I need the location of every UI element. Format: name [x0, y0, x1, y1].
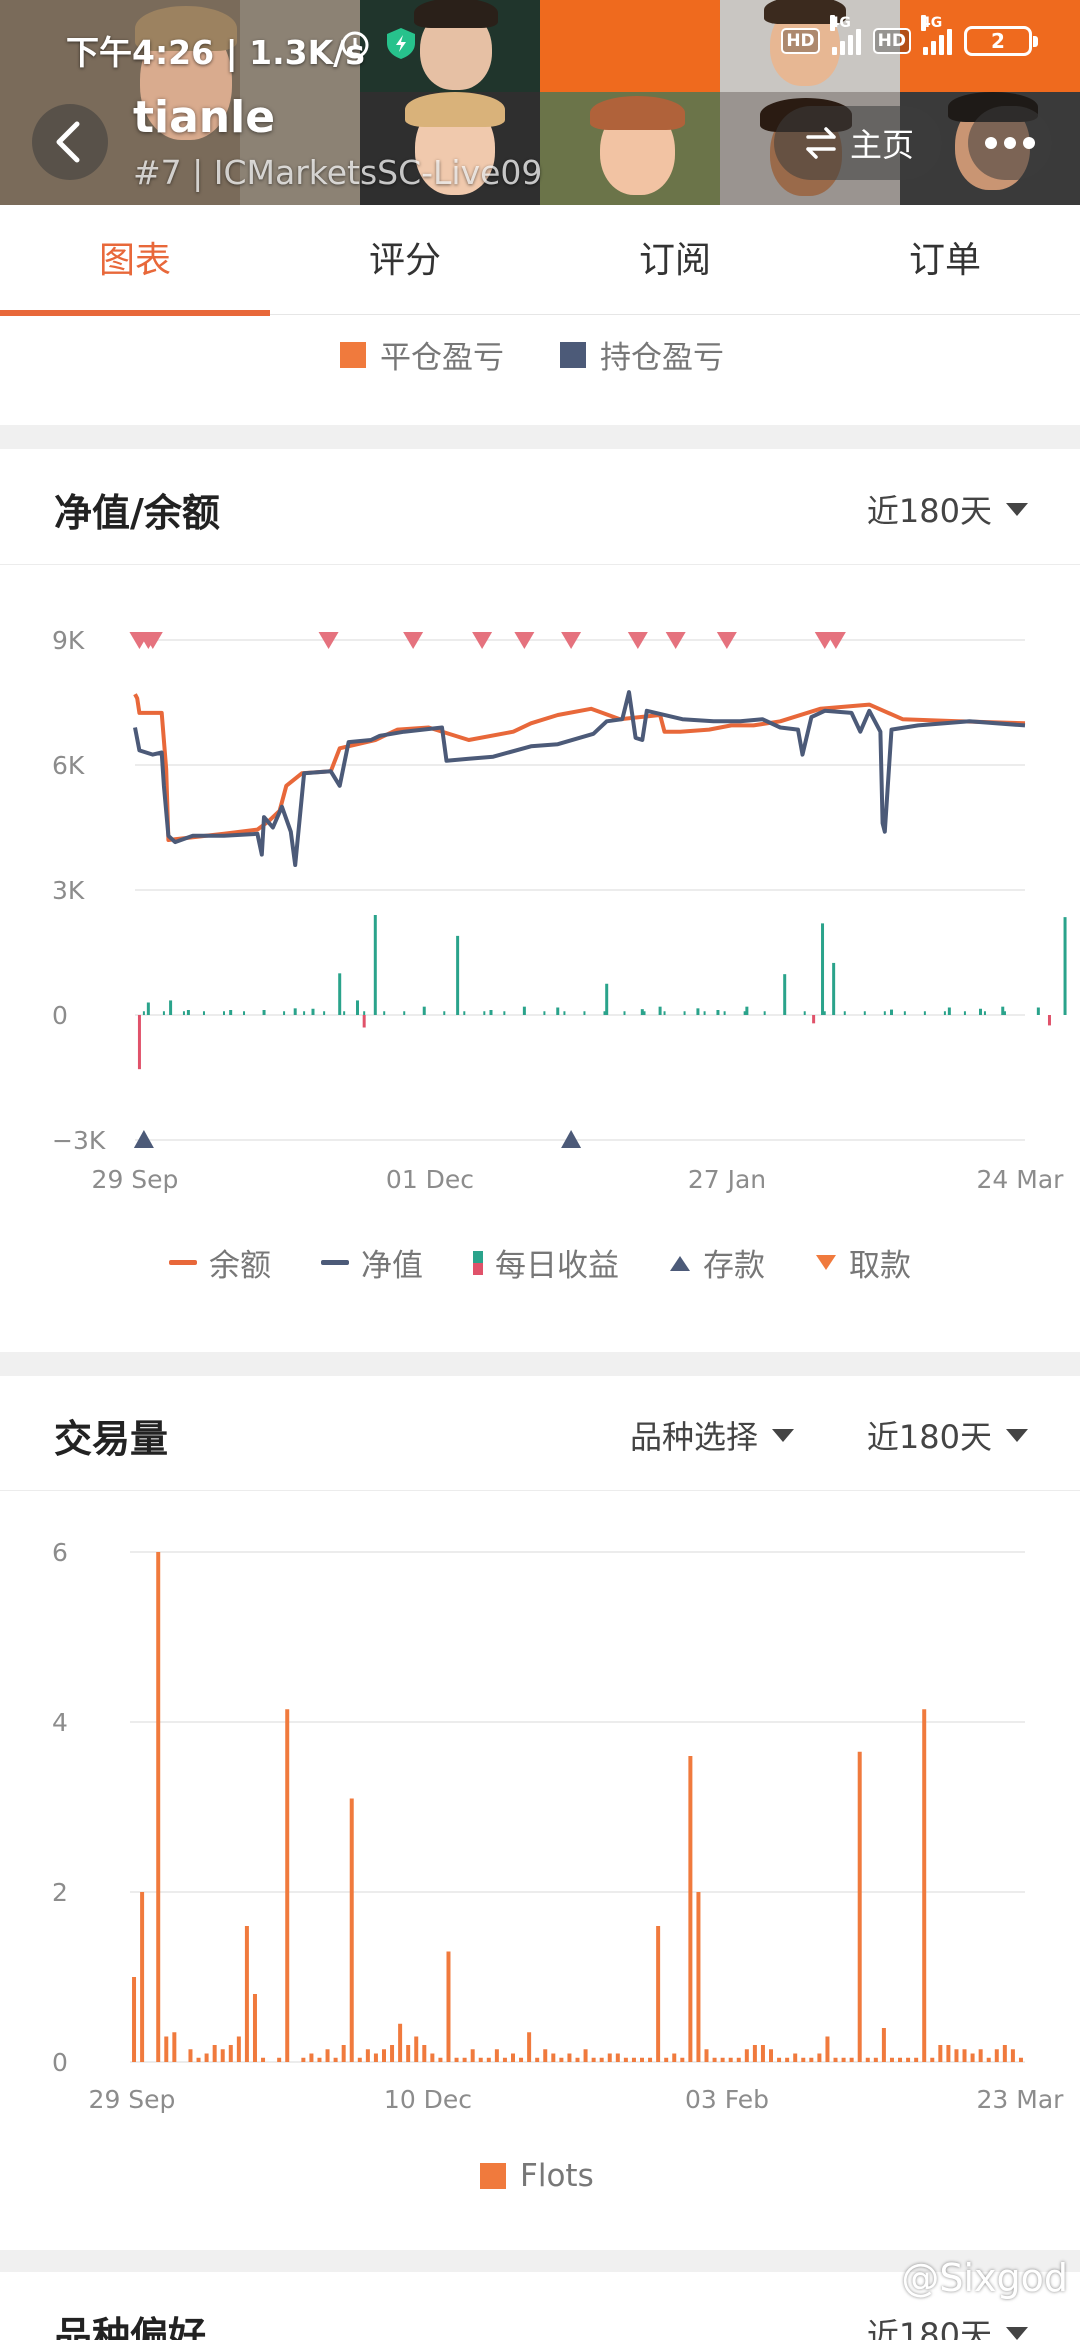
section-separator	[0, 425, 1080, 449]
equity-range-dropdown[interactable]: 近180天	[867, 486, 1028, 532]
preference-section-title: 品种偏好	[54, 2314, 207, 2340]
more-dot	[1004, 137, 1016, 149]
swap-icon	[806, 127, 836, 159]
hd-badge: HD	[781, 28, 820, 54]
profile-header: 下午4:26 | 1.3K/s HD 4G HD 4G 2 tianle #7 …	[0, 0, 1080, 205]
caret-down-icon	[1006, 2326, 1028, 2340]
x-tick-label: 03 Feb	[685, 2085, 769, 2114]
x-tick-label: 23 Mar	[977, 2085, 1065, 2114]
x-tick-label: 24 Mar	[977, 1165, 1065, 1194]
legend-equity-label: 净值	[361, 1248, 423, 1284]
symbol-filter-dropdown[interactable]: 品种选择	[630, 1412, 795, 1458]
y-tick-label: 6	[52, 1538, 68, 1567]
equity-chart: 9K 6K 3K 0 −3K 29 Sep 01 Dec 27 Jan 24 Mar	[52, 626, 1067, 1194]
y-tick-label: 2	[52, 1878, 68, 1907]
volume-range-dropdown[interactable]: 近180天	[867, 1412, 1028, 1458]
caret-down-icon	[1006, 1428, 1028, 1442]
legend-flots-label: Flots	[520, 2158, 594, 2194]
avatar-hair	[590, 96, 685, 130]
account-info: #7 | ICMarketsSC-Live09	[133, 153, 543, 192]
y-tick-label: 3K	[52, 876, 85, 905]
legend-swatch	[480, 2163, 506, 2189]
legend-withdraw: 取款	[815, 1240, 911, 1285]
avatar-hair	[405, 92, 505, 127]
home-button[interactable]: 主页	[774, 106, 942, 180]
symbol-filter-label: 品种选择	[630, 1418, 759, 1456]
more-button[interactable]	[968, 106, 1052, 180]
user-name: tianle	[133, 92, 276, 143]
legend-deposit: 存款	[669, 1240, 765, 1285]
equity-legend: 余额 净值 每日收益 存款 取款	[0, 1240, 1080, 1285]
status-time: 下午4:26 | 1.3K/s	[66, 33, 365, 72]
range-label: 近180天	[866, 492, 992, 530]
range-label: 近180天	[866, 2316, 992, 2340]
volume-chart: 6 4 2 0 29 Sep 10 Dec 03 Feb 23 Mar	[52, 1538, 1065, 2114]
volume-section-title: 交易量	[54, 1417, 169, 1461]
watermark: @Sixgod	[901, 2256, 1068, 2300]
x-tick-label: 01 Dec	[386, 1165, 474, 1194]
battery-icon: 2	[964, 26, 1038, 56]
more-dot	[985, 137, 997, 149]
home-button-label: 主页	[849, 126, 914, 164]
preference-range-dropdown[interactable]: 近180天	[867, 2310, 1028, 2340]
tab-subscription[interactable]: 订阅	[540, 205, 810, 314]
caret-down-icon	[772, 1428, 795, 1442]
legend-daily-swatch	[473, 1250, 483, 1275]
y-tick-label: 6K	[52, 751, 85, 780]
tab-orders[interactable]: 订单	[810, 205, 1080, 314]
y-tick-label: 0	[52, 2048, 68, 2077]
alarm-icon	[341, 31, 369, 59]
legend-open-pnl-label: 持仓盈亏	[600, 340, 724, 376]
signal-icon: 4G	[921, 15, 952, 55]
legend-equity-swatch	[321, 1260, 349, 1265]
legend-flots: Flots	[480, 2158, 594, 2194]
legend-equity: 净值	[321, 1240, 423, 1285]
legend-balance-label: 余额	[209, 1248, 271, 1284]
tab-chart[interactable]: 图表	[0, 205, 270, 316]
pnl-legend: 平仓盈亏 持仓盈亏	[340, 332, 724, 377]
section-separator	[0, 1352, 1080, 1376]
shield-icon	[387, 28, 415, 59]
legend-daily-label: 每日收益	[495, 1248, 619, 1284]
range-label: 近180天	[866, 1418, 992, 1456]
legend-swatch	[560, 341, 586, 368]
divider	[0, 1490, 1080, 1491]
balance-line	[133, 693, 1026, 842]
signal-icon: 4G	[829, 15, 861, 55]
hd-badge: HD	[872, 28, 911, 54]
y-tick-label: 9K	[52, 626, 85, 655]
y-tick-label: −3K	[52, 1126, 106, 1155]
caret-down-icon	[1006, 502, 1028, 516]
x-tick-label: 29 Sep	[89, 2085, 176, 2114]
legend-balance: 余额	[169, 1240, 271, 1285]
tab-bar: 图表 评分 订阅 订单	[0, 205, 1080, 316]
y-tick-label: 0	[52, 1001, 68, 1030]
legend-closed-pnl-label: 平仓盈亏	[380, 340, 504, 376]
legend-balance-swatch	[169, 1260, 197, 1265]
legend-deposit-label: 存款	[703, 1248, 765, 1284]
divider	[0, 564, 1080, 565]
legend-swatch	[340, 341, 366, 368]
more-dot	[1023, 137, 1035, 149]
tab-rating[interactable]: 评分	[270, 205, 540, 314]
equity-section-title: 净值/余额	[54, 491, 220, 535]
status-bar: 下午4:26 | 1.3K/s HD 4G HD 4G 2	[0, 15, 1080, 76]
status-icons: HD 4G HD 4G 2	[781, 15, 1038, 56]
y-tick-label: 4	[52, 1708, 68, 1737]
triangle-down-icon	[816, 1254, 836, 1270]
x-tick-label: 27 Jan	[688, 1165, 766, 1194]
triangle-up-icon	[670, 1255, 690, 1271]
volume-legend: Flots	[480, 2158, 594, 2194]
x-tick-label: 29 Sep	[92, 1165, 179, 1194]
x-tick-label: 10 Dec	[384, 2085, 472, 2114]
legend-withdraw-label: 取款	[849, 1248, 911, 1284]
equity-line	[133, 690, 1026, 867]
legend-daily: 每日收益	[473, 1240, 619, 1285]
legend-closed-pnl: 平仓盈亏	[340, 332, 504, 377]
back-button[interactable]	[32, 104, 108, 180]
legend-open-pnl: 持仓盈亏	[560, 332, 724, 377]
chevron-left-icon	[56, 121, 80, 163]
